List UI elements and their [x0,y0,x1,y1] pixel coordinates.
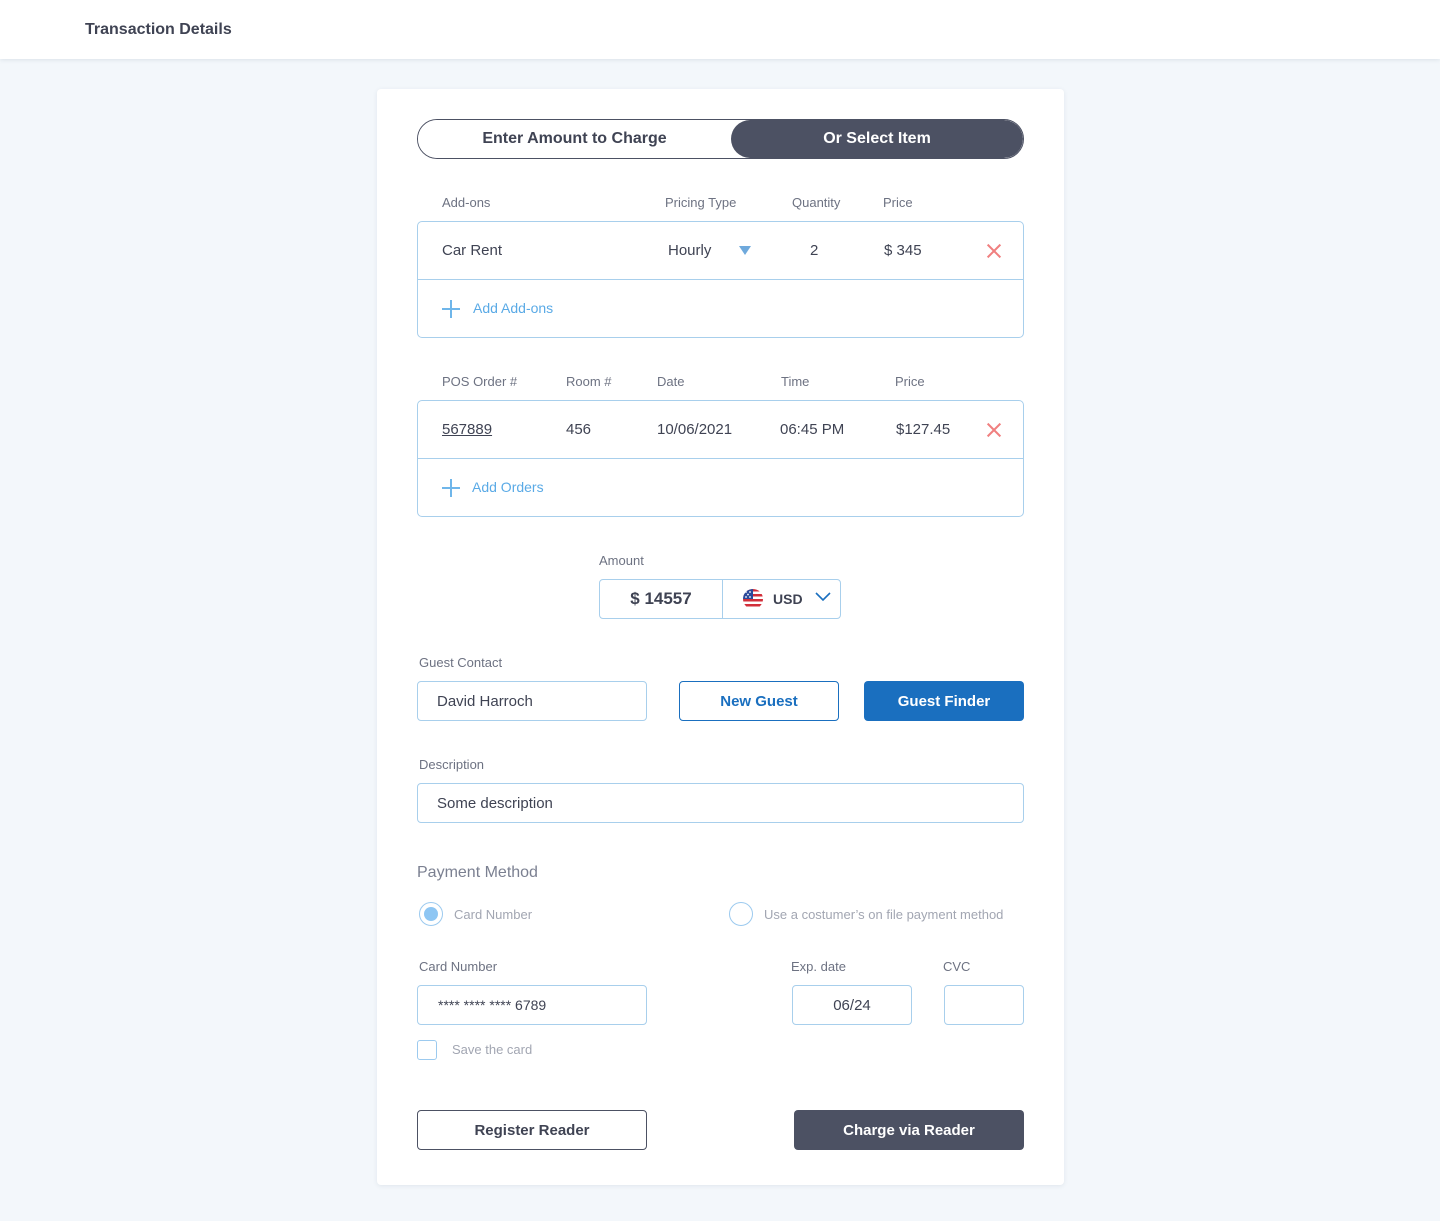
plus-icon [442,479,460,497]
order-price: $127.45 [896,421,951,438]
addons-col-price: Price [883,195,913,210]
mode-toggle: Enter Amount to Charge Or Select Item [417,119,1024,159]
orders-col-date: Date [657,374,685,389]
addons-table: Car Rent Hourly 2 $ 345 Add Add-ons [417,221,1024,338]
order-number-link[interactable]: 567889 [442,421,492,438]
radio-card-number[interactable] [419,902,443,926]
orders-col-time: Time [781,374,810,389]
order-date: 10/06/2021 [657,421,733,438]
order-room: 456 [566,421,592,438]
amount-field: $ 14557 USD [599,579,841,619]
plus-icon [442,300,460,318]
page-title: Transaction Details [85,21,232,38]
addons-col-pricing-type: Pricing Type [665,195,737,210]
guest-finder-button[interactable]: Guest Finder [864,681,1024,721]
guest-contact-input[interactable]: David Harroch [417,681,647,721]
transaction-card: Enter Amount to Charge Or Select Item Ad… [377,89,1064,1185]
table-row: 567889 456 10/06/2021 06:45 PM $127.45 [418,401,1023,459]
card-number-input[interactable]: **** **** **** 6789 [417,985,647,1025]
us-flag-icon [743,589,763,609]
orders-table: 567889 456 10/06/2021 06:45 PM $127.45 A… [417,400,1024,517]
description-input[interactable]: Some description [417,783,1024,823]
addon-name: Car Rent [442,242,503,259]
toggle-enter-amount[interactable]: Enter Amount to Charge [418,120,731,158]
radio-on-file-payment-label: Use a costumer’s on file payment method [764,907,1004,922]
orders-col-order: POS Order # [442,374,518,389]
radio-card-number-label: Card Number [454,907,533,922]
currency-label: USD [773,591,803,607]
amount-input[interactable]: $ 14557 [600,580,723,618]
radio-on-file-payment[interactable] [729,902,753,926]
addon-price: $ 345 [884,242,922,259]
chevron-down-icon [815,592,831,602]
addon-pricing-type-select[interactable]: Hourly [668,242,711,259]
amount-label: Amount [599,553,644,568]
add-addons-button[interactable]: Add Add-ons [418,280,1023,337]
triangle-down-icon[interactable] [739,246,751,255]
cvc-label: CVC [943,959,971,974]
remove-addon-icon[interactable] [987,244,1001,258]
add-addons-label: Add Add-ons [473,300,554,316]
addons-col-name: Add-ons [442,195,491,210]
description-label: Description [419,757,485,772]
top-bar: Transaction Details [0,0,1440,59]
orders-col-price: Price [895,374,925,389]
charge-via-reader-button[interactable]: Charge via Reader [794,1110,1024,1150]
order-time: 06:45 PM [780,421,845,438]
addons-col-quantity: Quantity [792,195,841,210]
toggle-select-item[interactable]: Or Select Item [731,120,1023,158]
table-row: Car Rent Hourly 2 $ 345 [418,222,1023,280]
addon-quantity[interactable]: 2 [810,242,818,259]
orders-col-room: Room # [566,374,612,389]
payment-method-title: Payment Method [417,864,538,881]
cvc-input[interactable] [944,985,1024,1025]
add-orders-label: Add Orders [472,479,544,495]
new-guest-button[interactable]: New Guest [679,681,839,721]
currency-select[interactable]: USD [723,580,840,618]
exp-date-input[interactable]: 06/24 [792,985,912,1025]
save-card-checkbox[interactable] [417,1040,437,1060]
register-reader-button[interactable]: Register Reader [417,1110,647,1150]
guest-contact-label: Guest Contact [419,655,503,670]
save-card-label: Save the card [452,1042,533,1057]
add-orders-button[interactable]: Add Orders [418,459,1023,516]
remove-order-icon[interactable] [987,423,1001,437]
exp-date-label: Exp. date [791,959,846,974]
card-number-label: Card Number [419,959,498,974]
